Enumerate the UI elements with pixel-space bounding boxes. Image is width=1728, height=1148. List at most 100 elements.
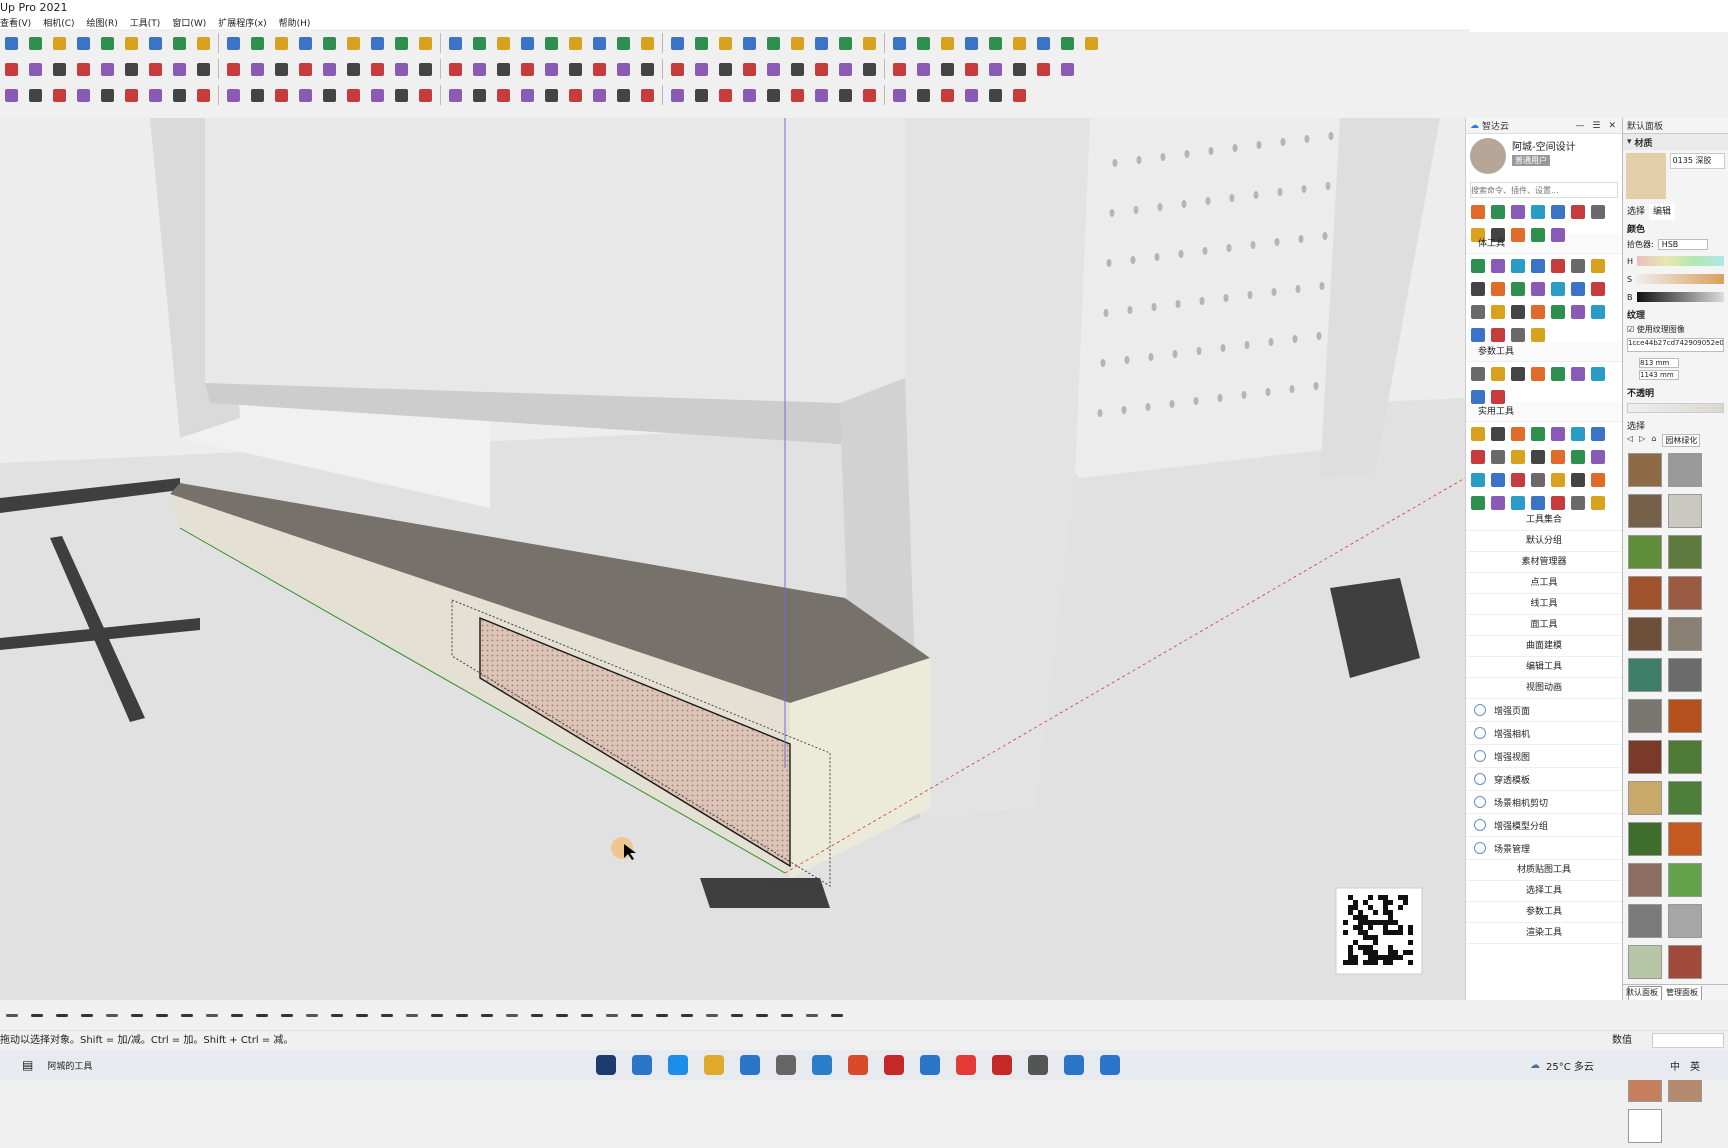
toolbar-tool-icon[interactable] [50, 34, 69, 53]
bottom-tool-icon[interactable] [577, 1006, 596, 1025]
bottom-tool-icon[interactable] [527, 1006, 546, 1025]
toolbar-tool-icon[interactable] [518, 60, 537, 79]
toolbar-tool-icon[interactable] [296, 86, 315, 105]
bottom-tool-icon[interactable] [502, 1006, 521, 1025]
toolbar-tool-icon[interactable] [416, 34, 435, 53]
toolbar-tool-icon[interactable] [1010, 60, 1029, 79]
material-swatch[interactable] [1668, 822, 1702, 856]
toolbar-tool-icon[interactable] [194, 86, 213, 105]
bottom-tool-icon[interactable] [752, 1006, 771, 1025]
toolbar-tool-icon[interactable] [74, 86, 93, 105]
toolbar-tool-icon[interactable] [470, 60, 489, 79]
plugin-tool-icon[interactable] [1531, 450, 1545, 464]
toolbar-tool-icon[interactable] [272, 34, 291, 53]
plugin-tool-icon[interactable] [1571, 305, 1585, 319]
toolbar-tool-icon[interactable] [248, 60, 267, 79]
plugin-tool-icon[interactable] [1551, 473, 1565, 487]
material-swatch[interactable] [1628, 658, 1662, 692]
toolbar-tool-icon[interactable] [518, 34, 537, 53]
plugin-tool-icon[interactable] [1551, 427, 1565, 441]
toolbar-tool-icon[interactable] [938, 34, 957, 53]
toolbar-tool-icon[interactable] [416, 86, 435, 105]
plugin-tool-icon[interactable] [1571, 259, 1585, 273]
toolbar-tool-icon[interactable] [716, 60, 735, 79]
taskbar-app-icon[interactable] [920, 1055, 940, 1075]
toolbar-tool-icon[interactable] [590, 34, 609, 53]
toolbar-tool-icon[interactable] [938, 60, 957, 79]
plugin-bottom-item-1[interactable]: 选择工具 [1466, 881, 1622, 902]
taskbar-app-icon[interactable] [848, 1055, 868, 1075]
toolbar-tool-icon[interactable] [590, 60, 609, 79]
bottom-tool-icon[interactable] [202, 1006, 221, 1025]
bottom-tool-icon[interactable] [352, 1006, 371, 1025]
toolbar-tool-icon[interactable] [194, 60, 213, 79]
toolbar-tool-icon[interactable] [614, 86, 633, 105]
plugin-tool-icon[interactable] [1551, 259, 1565, 273]
toolbar-tool-icon[interactable] [1010, 34, 1029, 53]
toolbar-tool-icon[interactable] [590, 86, 609, 105]
toolbar-tool-icon[interactable] [788, 86, 807, 105]
toolbar-tool-icon[interactable] [764, 60, 783, 79]
toolbar-tool-icon[interactable] [692, 60, 711, 79]
toolbar-tool-icon[interactable] [470, 34, 489, 53]
toolbar-tool-icon[interactable] [1010, 86, 1029, 105]
taskbar-app-icon[interactable] [992, 1055, 1012, 1075]
toolbar-tool-icon[interactable] [224, 60, 243, 79]
plugin-tool-icon[interactable] [1531, 282, 1545, 296]
material-swatch[interactable] [1628, 945, 1662, 979]
toolbar-tool-icon[interactable] [836, 60, 855, 79]
toolbar-tool-icon[interactable] [890, 60, 909, 79]
plugin-tool-icon[interactable] [1591, 205, 1605, 219]
toolbar-tool-icon[interactable] [566, 86, 585, 105]
toolbar-tool-icon[interactable] [740, 34, 759, 53]
toolbar-tool-icon[interactable] [416, 60, 435, 79]
material-name[interactable]: 0135 深胶 [1669, 153, 1725, 169]
material-swatch[interactable] [1668, 945, 1702, 979]
plugin-menu-item-1[interactable]: 默认分组 [1466, 531, 1622, 552]
toolbar-tool-icon[interactable] [170, 86, 189, 105]
plugin-tool-icon[interactable] [1531, 367, 1545, 381]
plugin-menu-item-2[interactable]: 素材管理器 [1466, 552, 1622, 573]
material-swatch[interactable] [1628, 740, 1662, 774]
plugin-tool-icon[interactable] [1511, 427, 1525, 441]
toolbar-tool-icon[interactable] [542, 34, 561, 53]
bottom-tool-icon[interactable] [2, 1006, 21, 1025]
toolbar-tool-icon[interactable] [320, 86, 339, 105]
plugin-tool-icon[interactable] [1591, 427, 1605, 441]
material-swatch[interactable] [1628, 576, 1662, 610]
plugin-tool-icon[interactable] [1571, 282, 1585, 296]
toolbar-tool-icon[interactable] [614, 60, 633, 79]
toolbar-tool-icon[interactable] [860, 86, 879, 105]
toolbar-tool-icon[interactable] [74, 34, 93, 53]
plugin-tool-item-0[interactable]: 增强页面 [1466, 699, 1622, 722]
plugin-tool-icon[interactable] [1511, 450, 1525, 464]
toolbar-tool-icon[interactable] [170, 34, 189, 53]
material-swatch[interactable] [1668, 535, 1702, 569]
bottom-tool-icon[interactable] [627, 1006, 646, 1025]
toolbar-tool-icon[interactable] [2, 34, 21, 53]
plugin-tool-icon[interactable] [1551, 228, 1565, 242]
plugin-tool-icon[interactable] [1591, 496, 1605, 510]
toolbar-tool-icon[interactable] [986, 34, 1005, 53]
toolbar-tool-icon[interactable] [668, 34, 687, 53]
toolbar-tool-icon[interactable] [344, 60, 363, 79]
bottom-tool-icon[interactable] [377, 1006, 396, 1025]
toolbar-tool-icon[interactable] [1058, 60, 1077, 79]
bottom-tool-icon[interactable] [727, 1006, 746, 1025]
plugin-tool-icon[interactable] [1491, 305, 1505, 319]
toolbar-tool-icon[interactable] [26, 86, 45, 105]
toolbar-tool-icon[interactable] [122, 86, 141, 105]
toolbar-tool-icon[interactable] [914, 60, 933, 79]
toolbar-tool-icon[interactable] [146, 34, 165, 53]
model-viewport[interactable] [0, 118, 1465, 1000]
toolbar-tool-icon[interactable] [890, 34, 909, 53]
bottom-tool-icon[interactable] [52, 1006, 71, 1025]
bottom-tool-icon[interactable] [27, 1006, 46, 1025]
toolbar-tool-icon[interactable] [26, 60, 45, 79]
texture-width[interactable]: 813 mm [1639, 358, 1679, 368]
toolbar-tool-icon[interactable] [446, 34, 465, 53]
plugin-tool-icon[interactable] [1511, 228, 1525, 242]
toolbar-tool-icon[interactable] [740, 86, 759, 105]
material-swatch[interactable] [1668, 863, 1702, 897]
plugin-tool-icon[interactable] [1531, 205, 1545, 219]
